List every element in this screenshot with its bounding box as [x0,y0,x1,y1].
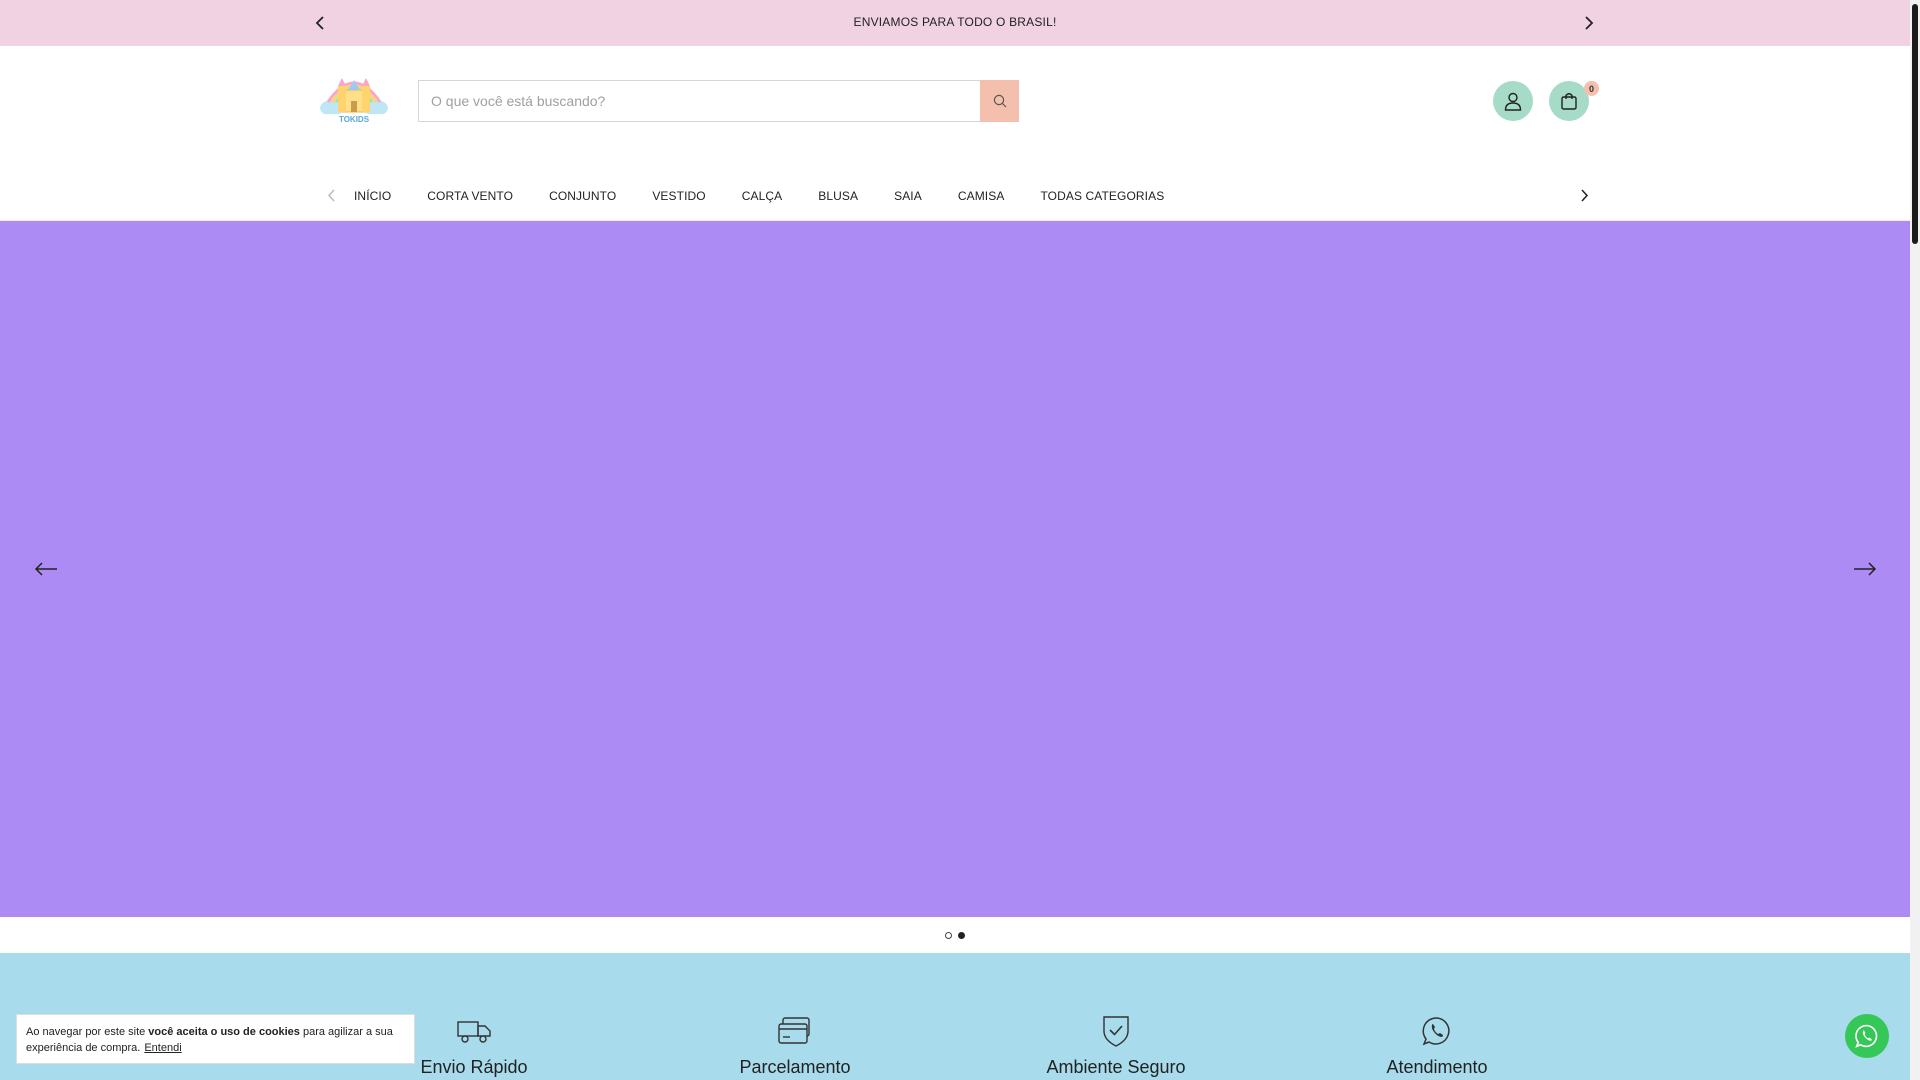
chevron-left-icon [327,188,335,202]
arrow-left-icon [34,562,57,576]
logo-image: TOKIDS [320,78,388,124]
cookie-text-bold: você aceita o uso de cookies [148,1026,300,1038]
search-icon [993,94,1006,108]
nav-item-saia[interactable]: SAIA [894,189,922,203]
search-bar [418,80,1019,122]
hero-banner[interactable] [0,221,1910,917]
whatsapp-icon [1855,1024,1878,1048]
category-nav: INÍCIO CORTA VENTO CONJUNTO VESTIDO CALÇ… [318,180,1594,210]
nav-list: INÍCIO CORTA VENTO CONJUNTO VESTIDO CALÇ… [354,189,1200,203]
hero-next-button[interactable] [1850,557,1880,581]
hero-prev-button[interactable] [31,557,61,581]
store-logo[interactable]: TOKIDS [318,68,390,130]
cookie-notice: Ao navegar por este site você aceita o u… [16,1014,415,1064]
svg-text:TOKIDS: TOKIDS [339,115,370,124]
nav-item-conjunto[interactable]: CONJUNTO [549,189,616,203]
nav-item-vestido[interactable]: VESTIDO [652,189,705,203]
feature-secure: Ambiente Seguro [1006,1015,1226,1078]
nav-next-button[interactable] [1575,186,1593,204]
feature-support: Atendimento [1327,1015,1547,1078]
cookie-accept-link[interactable]: Entendi [144,1042,181,1054]
whatsapp-icon [1422,1017,1450,1046]
cookie-text-start: Ao navegar por este site [26,1026,149,1038]
feature-title: Atendimento [1386,1057,1488,1077]
announcement-bar: ENVIAMOS PARA TODO O BRASIL! [0,0,1910,46]
slider-dot-1[interactable] [945,931,952,939]
nav-item-inicio[interactable]: INÍCIO [354,189,391,203]
account-button[interactable] [1493,81,1533,121]
announcement-next-button[interactable] [1579,13,1599,33]
nav-prev-button[interactable] [322,186,340,204]
slider-dot-2[interactable] [958,931,965,939]
whatsapp-floating-button[interactable] [1845,1014,1889,1058]
nav-item-corta-vento[interactable]: CORTA VENTO [427,189,513,203]
nav-item-todas-categorias[interactable]: TODAS CATEGORIAS [1040,189,1164,203]
shield-check-icon [1103,1016,1129,1047]
search-button[interactable] [980,80,1019,122]
scrollbar-thumb[interactable] [1912,4,1918,244]
search-input[interactable] [418,80,980,122]
site-header: TOKIDS 0 INÍCIO CORTA VENTO CONJUNTO VES [0,46,1910,221]
nav-item-blusa[interactable]: BLUSA [818,189,858,203]
feature-title: Ambiente Seguro [1046,1057,1186,1077]
arrow-right-icon [1854,562,1877,576]
feature-title: Parcelamento [739,1057,851,1077]
feature-installments: Parcelamento [685,1015,905,1078]
page-scrollbar[interactable] [1910,0,1920,1080]
cards-icon [778,1017,810,1044]
announcement-text: ENVIAMOS PARA TODO O BRASIL! [853,15,1057,29]
truck-icon [457,1021,491,1043]
nav-item-calca[interactable]: CALÇA [742,189,783,203]
cart-count-badge: 0 [1584,81,1599,96]
chevron-right-icon [1580,188,1588,202]
user-icon [1504,92,1522,111]
cart-button[interactable] [1549,81,1589,121]
shopping-bag-icon [1561,93,1577,110]
nav-item-camisa[interactable]: CAMISA [958,189,1005,203]
slider-pagination [0,917,1910,953]
page: ENVIAMOS PARA TODO O BRASIL! TOKIDS O qu… [0,0,1910,1080]
chevron-right-icon [1585,16,1594,30]
